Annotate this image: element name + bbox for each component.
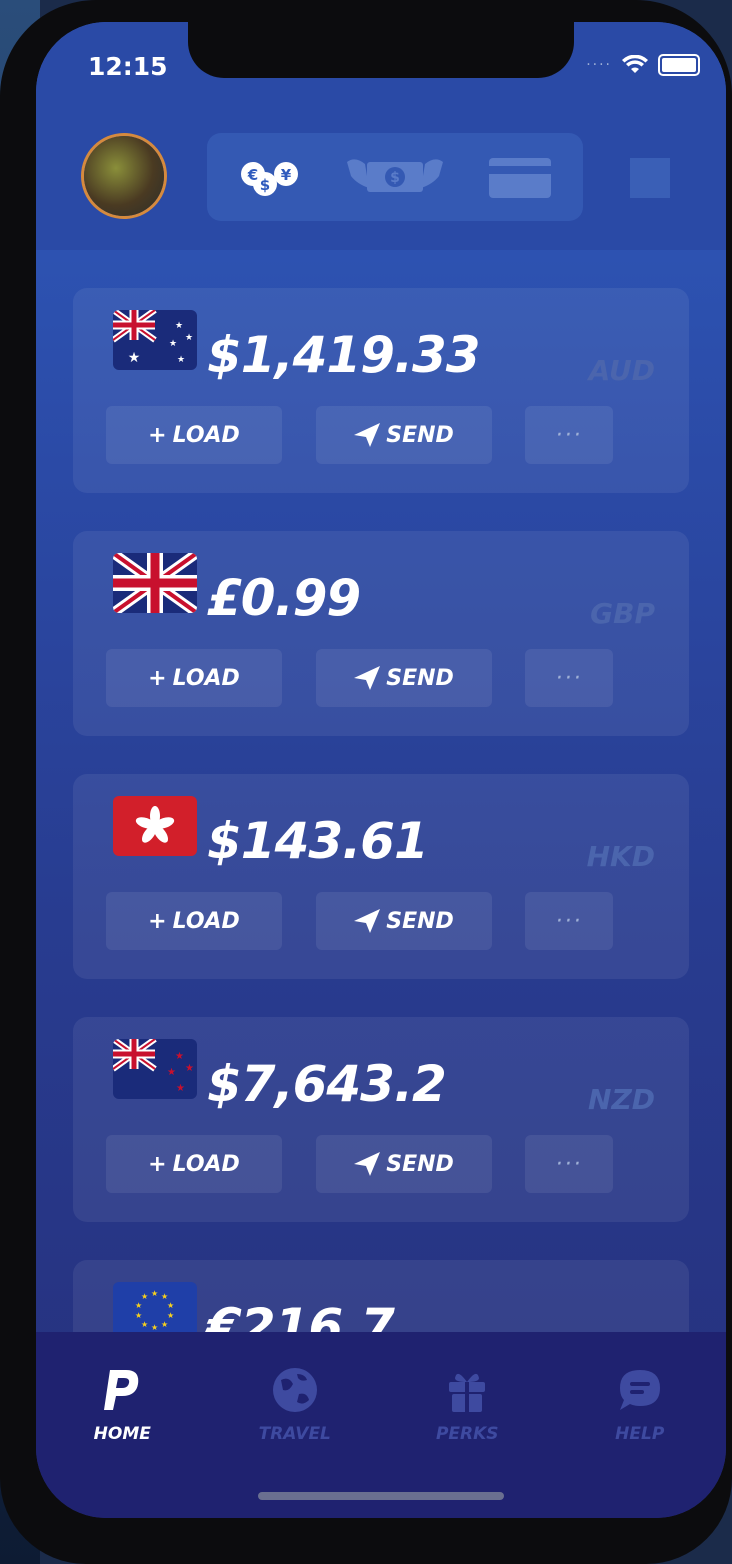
svg-text:★: ★ <box>185 1063 194 1074</box>
send-button[interactable]: SEND <box>316 406 492 464</box>
plus-icon: + <box>148 422 167 448</box>
wifi-icon <box>622 55 648 73</box>
currency-code: AUD <box>588 354 655 387</box>
battery-icon <box>658 54 700 76</box>
balance-amount: £0.99 <box>207 569 361 627</box>
card-icon[interactable] <box>470 147 570 207</box>
gift-icon <box>449 1373 486 1412</box>
svg-text:★: ★ <box>151 1323 158 1332</box>
plus-icon: + <box>148 1151 167 1177</box>
send-button[interactable]: SEND <box>316 892 492 950</box>
account-card-aud[interactable]: ★ ★ ★ ★ ★ $1,419.33 AUD + LOAD SEND ··· <box>73 288 689 493</box>
currency-code: NZD <box>588 1083 655 1116</box>
svg-text:★: ★ <box>161 1292 168 1301</box>
menu-square-button[interactable] <box>630 158 670 198</box>
nav-item-help[interactable]: HELP <box>554 1332 727 1518</box>
paper-plane-icon <box>354 423 381 447</box>
svg-text:★: ★ <box>167 1301 174 1310</box>
paper-plane-icon <box>354 909 381 933</box>
svg-text:★: ★ <box>175 321 183 331</box>
signal-icon: ···· <box>586 57 612 73</box>
app-screen: 12:15 ···· € $ ¥ $ ★ ★ ★ ★ ★ $1,419.33 A… <box>36 22 726 1518</box>
nav-label: PERKS <box>435 1424 499 1444</box>
hong-kong-flag-icon <box>113 796 197 856</box>
svg-text:$: $ <box>390 170 400 186</box>
nav-item-travel[interactable]: TRAVEL <box>209 1332 382 1518</box>
svg-text:★: ★ <box>167 1311 174 1320</box>
globe-icon <box>272 1368 317 1412</box>
svg-text:¥: ¥ <box>280 166 291 184</box>
svg-text:★: ★ <box>161 1320 168 1329</box>
send-button[interactable]: SEND <box>316 1135 492 1193</box>
more-button[interactable]: ··· <box>525 649 613 707</box>
account-card-hkd[interactable]: $143.61 HKD + LOAD SEND ··· <box>73 774 689 979</box>
load-label: LOAD <box>172 908 240 934</box>
svg-text:★: ★ <box>128 350 141 366</box>
nav-label: HOME <box>93 1424 151 1444</box>
send-label: SEND <box>386 1151 454 1177</box>
status-time: 12:15 <box>88 52 168 81</box>
load-button[interactable]: + LOAD <box>106 1135 282 1193</box>
load-button[interactable]: + LOAD <box>106 649 282 707</box>
currency-code: HKD <box>586 840 655 873</box>
svg-text:★: ★ <box>185 333 193 343</box>
header-tab-bar: € $ ¥ $ <box>207 133 583 221</box>
plus-icon: + <box>148 665 167 691</box>
send-label: SEND <box>386 422 454 448</box>
balance-amount: $1,419.33 <box>207 326 481 384</box>
balance-amount: $7,643.2 <box>207 1055 447 1113</box>
more-button[interactable]: ··· <box>525 892 613 950</box>
svg-text:★: ★ <box>141 1292 148 1301</box>
more-button[interactable]: ··· <box>525 406 613 464</box>
currency-code: GBP <box>590 597 655 630</box>
new-zealand-flag-icon: ★ ★ ★ ★ <box>113 1039 197 1099</box>
paper-plane-icon <box>354 666 381 690</box>
australia-flag-icon: ★ ★ ★ ★ ★ <box>113 310 197 370</box>
svg-text:★: ★ <box>141 1320 148 1329</box>
home-indicator[interactable] <box>258 1492 504 1500</box>
account-card-gbp[interactable]: £0.99 GBP + LOAD SEND ··· <box>73 531 689 736</box>
svg-text:$: $ <box>259 176 269 194</box>
nav-label: HELP <box>615 1424 665 1444</box>
account-card-nzd[interactable]: ★ ★ ★ ★ $7,643.2 NZD + LOAD SEND ··· <box>73 1017 689 1222</box>
status-indicators: ···· <box>586 54 700 76</box>
more-button[interactable]: ··· <box>525 1135 613 1193</box>
svg-text:★: ★ <box>167 1067 176 1078</box>
nav-item-perks[interactable]: PERKS <box>381 1332 554 1518</box>
svg-text:★: ★ <box>175 1051 184 1062</box>
currency-exchange-icon[interactable]: € $ ¥ <box>220 147 320 207</box>
svg-text:★: ★ <box>177 355 185 365</box>
balance-amount: $143.61 <box>207 812 429 870</box>
svg-text:★: ★ <box>169 339 177 349</box>
plus-icon: + <box>148 908 167 934</box>
p-logo-icon <box>104 1370 139 1410</box>
phone-frame: 12:15 ···· € $ ¥ $ ★ ★ ★ ★ ★ $1,419.33 A… <box>0 0 732 1564</box>
svg-text:★: ★ <box>135 1301 142 1310</box>
nav-item-home[interactable]: HOME <box>36 1332 209 1518</box>
svg-text:★: ★ <box>176 1083 185 1094</box>
svg-text:★: ★ <box>151 1289 158 1298</box>
uk-flag-icon <box>113 553 197 613</box>
bottom-navigation: HOME TRAVEL PERKS HELP <box>36 1332 726 1518</box>
load-label: LOAD <box>172 1151 240 1177</box>
send-button[interactable]: SEND <box>316 649 492 707</box>
device-notch <box>188 22 574 78</box>
profile-avatar[interactable] <box>84 136 164 216</box>
load-button[interactable]: + LOAD <box>106 406 282 464</box>
money-wings-icon[interactable]: $ <box>345 147 445 207</box>
svg-text:★: ★ <box>135 1311 142 1320</box>
load-label: LOAD <box>172 665 240 691</box>
nav-label: TRAVEL <box>258 1424 331 1444</box>
load-label: LOAD <box>172 422 240 448</box>
load-button[interactable]: + LOAD <box>106 892 282 950</box>
chat-bubble-icon <box>619 1370 660 1410</box>
send-label: SEND <box>386 908 454 934</box>
paper-plane-icon <box>354 1152 381 1176</box>
send-label: SEND <box>386 665 454 691</box>
svg-text:€: € <box>246 166 257 184</box>
